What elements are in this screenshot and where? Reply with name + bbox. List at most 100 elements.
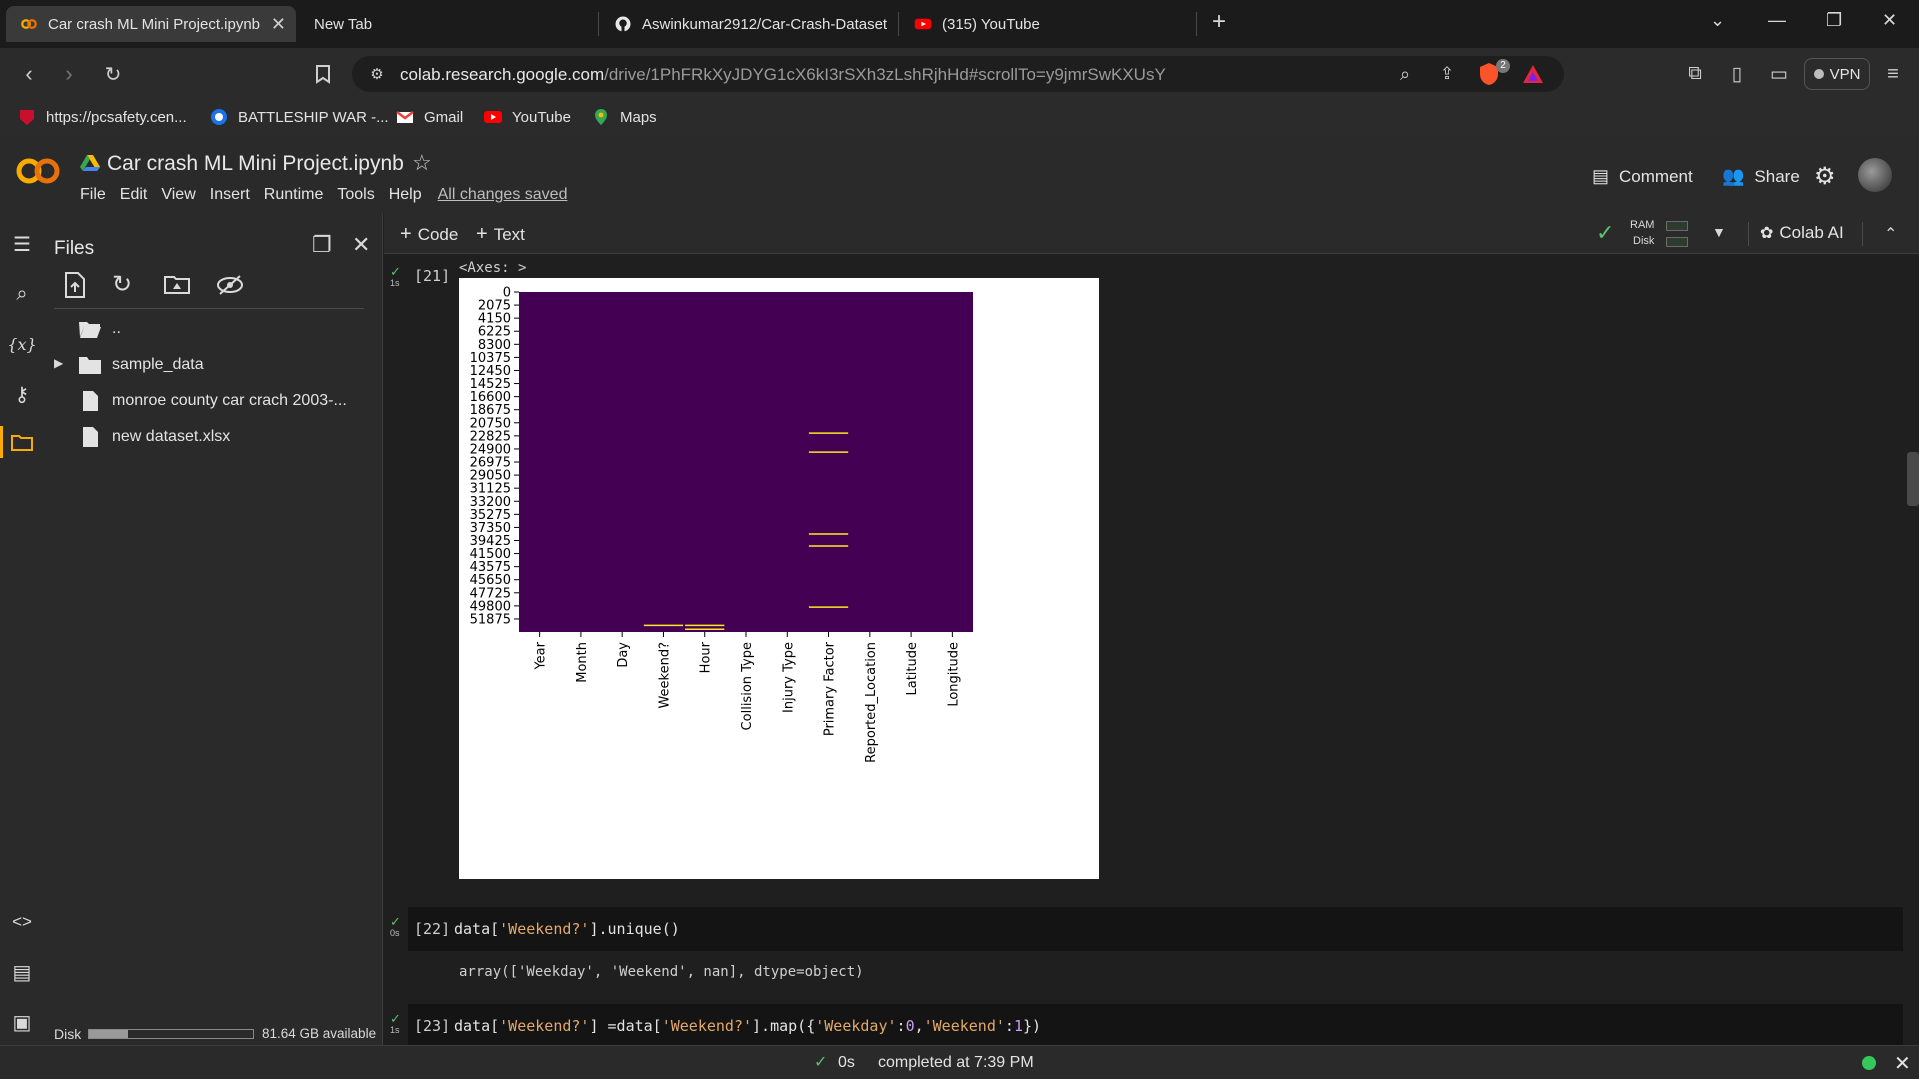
execution-count: [22] xyxy=(414,920,451,938)
reload-icon[interactable]: ↻ xyxy=(100,61,126,87)
notebook-title[interactable]: Car crash ML Mini Project.ipynb xyxy=(107,152,404,176)
comment-button[interactable]: ▤ Comment xyxy=(1592,166,1693,187)
add-text-button[interactable]: + Text xyxy=(476,223,525,246)
share-button[interactable]: 👥 Share xyxy=(1722,166,1800,187)
notebook-scrollbar[interactable] xyxy=(1907,452,1919,506)
code-token: ] =data[ xyxy=(589,1017,662,1035)
extensions-icon[interactable]: ⧉ xyxy=(1682,61,1708,87)
forward-icon[interactable]: › xyxy=(56,61,82,87)
menu-edit[interactable]: Edit xyxy=(120,186,148,204)
wallet-icon[interactable]: ▭ xyxy=(1766,61,1792,87)
variables-icon[interactable]: {x} xyxy=(7,330,36,358)
resources-indicator[interactable]: RAM Disk xyxy=(1630,218,1710,250)
new-tab-plus-icon[interactable]: + xyxy=(1212,8,1226,36)
file-label: new dataset.xlsx xyxy=(112,428,231,445)
code-token: 'Weekend?' xyxy=(661,1017,753,1035)
open-in-tab-icon[interactable]: ❐ xyxy=(312,232,332,258)
ram-bar xyxy=(1666,221,1688,231)
code-snippets-icon[interactable]: <> xyxy=(8,908,36,936)
brave-rewards-icon[interactable] xyxy=(1520,61,1546,87)
browser-menu-icon[interactable]: ≡ xyxy=(1880,61,1906,87)
file-item-parent[interactable]: .. xyxy=(78,318,121,340)
tab-new-tab[interactable]: New Tab xyxy=(300,6,590,42)
restore-icon[interactable]: ❐ xyxy=(1826,10,1842,31)
bookmark-maps[interactable]: Maps xyxy=(592,108,657,126)
menu-view[interactable]: View xyxy=(161,186,195,204)
x-tick-label: Primary Factor xyxy=(823,641,838,736)
hide-hidden-files-icon[interactable] xyxy=(216,274,244,296)
colab-ai-label: Colab AI xyxy=(1779,223,1844,242)
notebook-body: ✓ 1s [21] <Axes: > 0 2075 4150 6225 8300 1037… xyxy=(384,254,1919,1045)
sidebar-icon[interactable]: ▯ xyxy=(1724,61,1750,87)
close-icon[interactable]: ✕ xyxy=(271,14,286,35)
tab-search-chevron-icon[interactable]: ⌄ xyxy=(1710,10,1725,31)
cell-output: array(['Weekday', 'Weekend', nan], dtype… xyxy=(459,964,864,980)
refresh-icon[interactable]: ↻ xyxy=(112,270,132,299)
code-token: 0 xyxy=(905,1017,915,1035)
bookmark-youtube[interactable]: YouTube xyxy=(484,108,571,126)
brave-badge: 2 xyxy=(1496,59,1510,73)
collapse-chevron-up-icon[interactable]: ⌃ xyxy=(1884,224,1897,244)
ram-label: RAM xyxy=(1630,219,1655,231)
file-item-monroe-csv[interactable]: monroe county car crach 2003-... xyxy=(78,390,347,412)
menu-runtime[interactable]: Runtime xyxy=(264,186,324,204)
site-settings-icon[interactable]: ⚙ xyxy=(364,61,390,87)
settings-gear-icon[interactable]: ⚙ xyxy=(1814,162,1836,191)
menu-tools[interactable]: Tools xyxy=(337,186,374,204)
search-icon[interactable]: ⌕ xyxy=(8,280,36,308)
secrets-key-icon[interactable]: ⚷ xyxy=(8,380,36,408)
bookmark-battleship[interactable]: BATTLESHIP WAR -... xyxy=(210,108,389,126)
file-item-sample-data[interactable]: sample_data xyxy=(78,354,204,376)
files-panel-title: Files xyxy=(54,238,95,259)
terminal-icon[interactable]: ▣ xyxy=(8,1008,36,1036)
bookmark-icon[interactable] xyxy=(310,61,336,87)
tab-divider xyxy=(898,12,899,36)
colab-logo-icon[interactable] xyxy=(14,156,62,186)
left-rail: ☰ ⌕ {x} ⚷ <> ▤ ▣ xyxy=(0,214,44,1045)
tab-youtube[interactable]: (315) YouTube xyxy=(900,6,1190,42)
window-close-icon[interactable]: ✕ xyxy=(1882,10,1897,31)
address-bar[interactable]: ⚙ colab.research.google.com/drive/1PhFRk… xyxy=(352,56,1564,92)
menu-file[interactable]: File xyxy=(80,186,106,204)
menu-help[interactable]: Help xyxy=(389,186,422,204)
runtime-dropdown-icon[interactable]: ▼ xyxy=(1712,224,1726,240)
comment-icon: ▤ xyxy=(1592,166,1610,186)
disk-usage-bar xyxy=(88,1029,254,1039)
file-item-new-dataset[interactable]: new dataset.xlsx xyxy=(78,426,230,448)
vpn-button[interactable]: VPN xyxy=(1804,58,1870,90)
close-panel-icon[interactable]: ✕ xyxy=(352,232,370,258)
menu-insert[interactable]: Insert xyxy=(210,186,250,204)
heatmap-figure: 0 2075 4150 6225 8300 10375 12450 14525 16600 186… xyxy=(459,278,1099,879)
back-icon[interactable]: ‹ xyxy=(16,61,42,87)
status-close-icon[interactable]: ✕ xyxy=(1894,1051,1911,1076)
minimize-icon[interactable]: — xyxy=(1768,10,1786,31)
code-cell-22[interactable]: data['Weekend?'].unique() xyxy=(408,907,1903,951)
save-status[interactable]: All changes saved xyxy=(438,186,568,204)
bookmark-label: Maps xyxy=(620,108,657,126)
share-page-icon[interactable]: ⇪ xyxy=(1434,61,1460,87)
star-icon[interactable]: ☆ xyxy=(412,150,432,176)
bookmark-pcsafety[interactable]: https://pcsafety.cen... xyxy=(18,108,187,126)
code-cell-23[interactable]: data['Weekend?'] =data['Weekend?'].map({… xyxy=(408,1004,1903,1045)
command-palette-icon[interactable]: ▤ xyxy=(8,958,36,986)
colab-ai-button[interactable]: ✿ Colab AI xyxy=(1760,223,1844,243)
expand-chevron-icon[interactable]: ▶ xyxy=(54,356,63,370)
x-tick-label: Day xyxy=(616,642,631,668)
add-code-button[interactable]: + Code xyxy=(400,223,458,246)
tab-label: New Tab xyxy=(314,15,373,33)
folder-icon[interactable] xyxy=(8,428,36,456)
code-input[interactable]: data['Weekend?'].unique() xyxy=(454,920,680,938)
avatar[interactable] xyxy=(1858,158,1892,192)
tab-colab[interactable]: Car crash ML Mini Project.ipynb ✕ xyxy=(6,6,296,42)
bookmark-gmail[interactable]: Gmail xyxy=(396,108,463,126)
table-of-contents-icon[interactable]: ☰ xyxy=(8,230,36,258)
tab-github[interactable]: Aswinkumar2912/Car-Crash-Dataset xyxy=(600,6,890,42)
x-tick-label: Longitude xyxy=(946,642,961,707)
disk-label-toolbar: Disk xyxy=(1633,235,1655,247)
mount-drive-icon[interactable] xyxy=(164,274,190,294)
code-input[interactable]: data['Weekend?'] =data['Weekend?'].map({… xyxy=(454,1017,1041,1035)
y-tick-label: 51875 xyxy=(470,612,511,627)
upload-file-icon[interactable] xyxy=(64,272,86,298)
zoom-icon[interactable]: ⌕ xyxy=(1392,61,1418,87)
code-token: : xyxy=(1004,1017,1014,1035)
